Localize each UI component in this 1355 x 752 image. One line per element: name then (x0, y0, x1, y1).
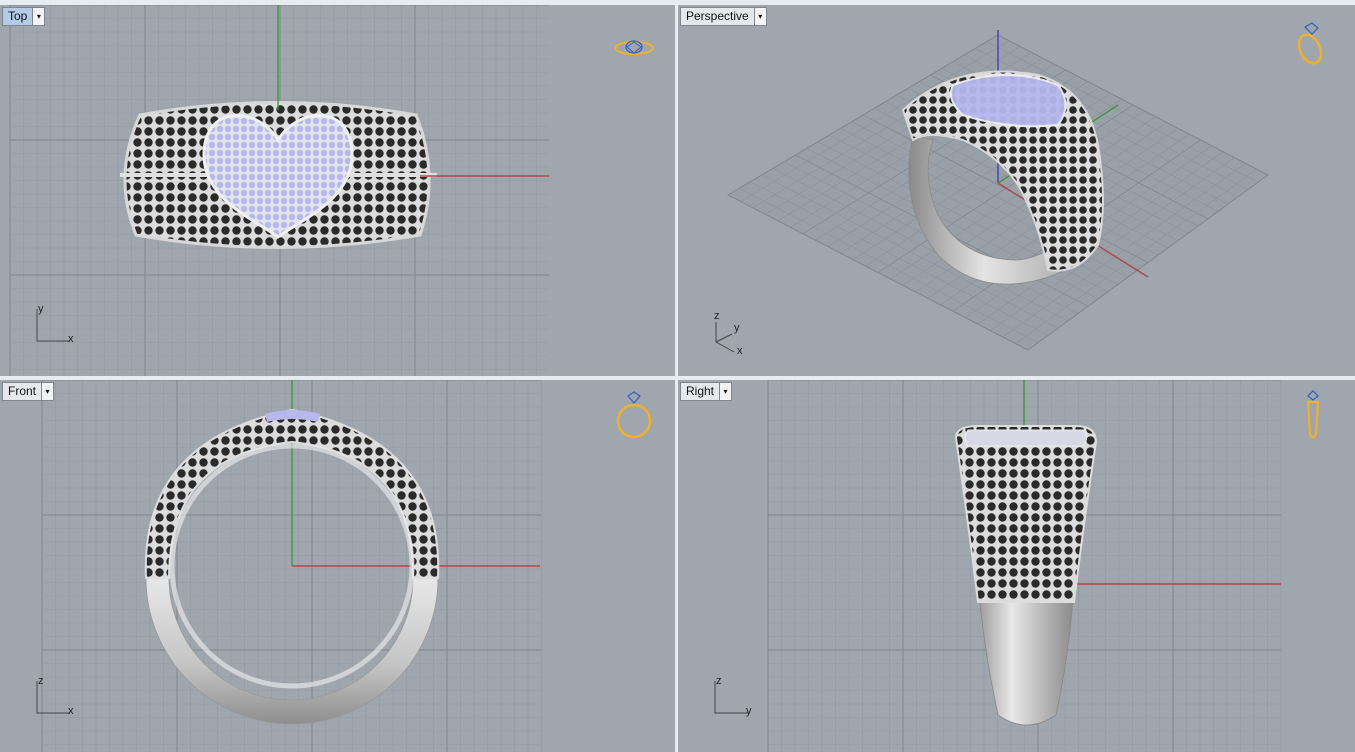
ring-side-model (954, 425, 1098, 726)
chevron-down-icon[interactable]: ▾ (32, 8, 45, 25)
chevron-down-icon[interactable]: ▾ (719, 383, 732, 400)
right-view-scene (767, 380, 1282, 752)
viewport-tab-top[interactable]: Top ▾ (2, 7, 46, 26)
axis-label-z: z (38, 675, 44, 687)
chevron-down-icon[interactable]: ▾ (753, 8, 766, 25)
perspective-view-scene (726, 30, 1269, 351)
viewport-title[interactable]: Front (3, 383, 41, 400)
axis-gizmo: z x (34, 675, 84, 722)
rhino-workspace: Top ▾ y x Perspective ▾ z y x Front ▾ z … (0, 0, 1355, 752)
ring-front-widget-icon[interactable] (612, 388, 656, 442)
ring-top-model (120, 101, 437, 249)
viewport-tab-perspective[interactable]: Perspective ▾ (680, 7, 767, 26)
axis-label-y: y (734, 322, 740, 334)
viewport-title[interactable]: Top (3, 8, 33, 25)
axis-label-z: z (716, 675, 722, 687)
front-view-scene (41, 380, 542, 752)
viewport-top[interactable]: Top ▾ y x (0, 5, 675, 376)
viewport-title[interactable]: Perspective (681, 8, 754, 25)
top-view-scene (9, 5, 549, 376)
ring-side-widget-icon[interactable] (1300, 388, 1326, 444)
viewport-right[interactable]: Right ▾ z y (678, 380, 1355, 752)
chevron-down-icon[interactable]: ▾ (41, 383, 54, 400)
axis-label-x: x (737, 345, 743, 357)
viewport-tab-right[interactable]: Right ▾ (680, 382, 733, 401)
viewport-tab-front[interactable]: Front ▾ (2, 382, 55, 401)
axis-label-x: x (68, 333, 74, 345)
viewport-front[interactable]: Front ▾ z x (0, 380, 675, 752)
viewport-perspective[interactable]: Perspective ▾ z y x (678, 5, 1355, 376)
axis-gizmo: y x (34, 303, 84, 350)
axis-label-z: z (714, 310, 720, 322)
ring-top-widget-icon[interactable] (612, 35, 656, 59)
axis-label-y: y (746, 705, 752, 717)
axis-label-x: x (68, 705, 74, 717)
axis-gizmo: z y (712, 675, 762, 722)
ring-perspective-widget-icon[interactable] (1290, 19, 1330, 69)
viewport-title[interactable]: Right (681, 383, 719, 400)
axis-gizmo: z y x (710, 310, 760, 362)
axis-label-y: y (38, 303, 44, 315)
